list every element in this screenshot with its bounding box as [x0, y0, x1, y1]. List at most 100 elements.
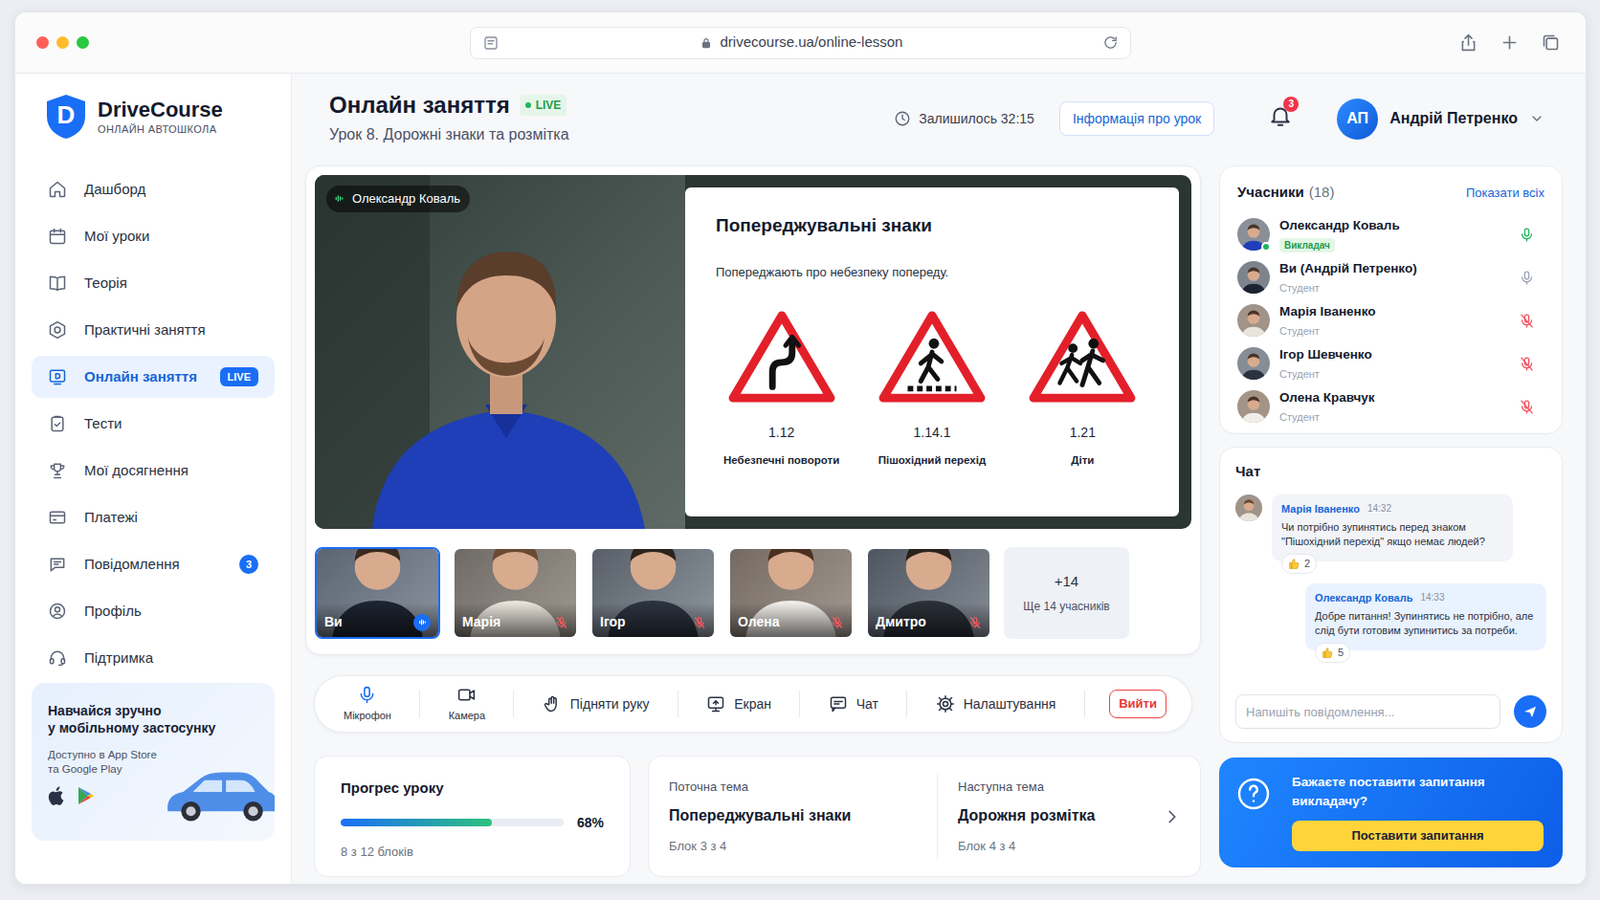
chevron-right-icon — [1161, 806, 1183, 828]
play-store-icon — [77, 786, 95, 806]
sidebar-item[interactable]: Дашборд — [31, 168, 275, 211]
close-button[interactable] — [36, 36, 49, 49]
hand-icon — [542, 694, 562, 714]
speaking-icon — [333, 192, 346, 205]
sidebar-item[interactable]: Платежі — [31, 496, 275, 539]
car-icon — [161, 766, 275, 828]
slide-title: Попереджувальні знаки — [685, 212, 1179, 241]
user-menu[interactable]: АПАндрій Петренко — [1336, 98, 1545, 140]
progress-card: Прогрес уроку68%8 з 12 блоків — [313, 755, 631, 878]
thumbnail-label: Марія — [462, 612, 501, 633]
sidebar-item[interactable]: Тести — [31, 402, 275, 445]
participant-role: Викладач — [1279, 238, 1335, 253]
leave-button[interactable]: Вийти — [1109, 689, 1167, 719]
sidebar-item[interactable]: Теорія — [31, 262, 275, 305]
show-all-link[interactable]: Показати всіх — [1466, 183, 1545, 203]
participant-thumbnail[interactable]: Марія — [452, 547, 578, 640]
chat-author: Олександр Коваль — [1314, 590, 1413, 607]
participant-row[interactable]: Ігор ШевченкоСтудент — [1237, 342, 1545, 386]
reaction-chip[interactable]: 2 — [1281, 554, 1317, 575]
minimize-button[interactable] — [56, 36, 69, 49]
sidebar-item[interactable]: Повідомлення3 — [31, 543, 275, 586]
participant-role: Студент — [1279, 366, 1373, 383]
control-button[interactable]: Підняти руку — [538, 694, 654, 715]
thumbs-up-icon — [1321, 646, 1334, 660]
question-body: Бажаєте поставити запитання викладачу? По… — [1291, 773, 1544, 852]
participant-thumbnail[interactable]: Олена — [728, 547, 854, 640]
logo[interactable]: D — [44, 92, 89, 141]
topic-next: Наступна темаДорожня розміткаБлок 4 з 4 — [937, 774, 1162, 860]
control-label: Екран — [733, 694, 772, 715]
sidebar-item[interactable]: Підтримка — [31, 637, 275, 680]
zoom-button[interactable] — [76, 36, 89, 49]
reaction-chip[interactable]: 5 — [1314, 643, 1351, 664]
participants-count: (18) — [1309, 181, 1335, 204]
topic-title: Попереджувальні знаки — [668, 804, 937, 828]
sidebar-badge: 3 — [239, 555, 259, 575]
participant-row[interactable]: Ви (Андрій Петренко)Студент — [1237, 256, 1545, 300]
sidebar-label: Платежі — [84, 507, 138, 530]
control-button[interactable]: Чат — [824, 694, 883, 715]
topic-current: Поточна темаПопереджувальні знакиБлок 3 … — [668, 774, 938, 860]
browser-toolbar: drivecourse.ua/online-lesson — [15, 12, 1586, 74]
presenter-video: Олександр Коваль — [314, 175, 686, 530]
question-text: Бажаєте поставити запитання викладачу? — [1291, 773, 1544, 812]
chat-message-body: Марія Іваненко14:32Чи потрібно зупинятис… — [1271, 494, 1513, 575]
trophy-icon — [47, 461, 67, 481]
sidebar-item[interactable]: Онлайн заняттяLIVE — [31, 355, 275, 399]
chevron-down-icon — [1529, 111, 1545, 127]
control-label: Чат — [856, 694, 879, 715]
send-button[interactable] — [1513, 695, 1547, 729]
lock-icon — [699, 36, 713, 50]
sign-name: Діти — [1070, 452, 1094, 469]
participant-row[interactable]: Марія ІваненкоСтудент — [1237, 299, 1545, 343]
participant-thumbnail[interactable]: Дмитро — [866, 547, 992, 640]
sidebar-item[interactable]: Практичні заняття — [31, 309, 275, 352]
control-button[interactable]: Налаштування — [932, 694, 1061, 715]
participant-thumbnail[interactable]: Ігор — [590, 547, 716, 640]
mic-status — [1518, 399, 1535, 416]
participant-thumbnail[interactable]: Ви — [314, 547, 441, 640]
avatar-wrap — [1237, 304, 1270, 337]
sidebar-label: Мої уроки — [84, 225, 150, 248]
sidebar-item[interactable]: Мої досягнення — [31, 449, 275, 492]
share-icon — [1458, 32, 1479, 53]
participants-title: Учасники — [1237, 181, 1305, 204]
sidebar-label: Мої досягнення — [84, 460, 189, 483]
control-button[interactable]: Камера — [444, 685, 489, 725]
sidebar-item[interactable]: Профіль — [31, 590, 275, 633]
call-controls: Мікрофон Камера Підняти руку Екран Чат Налашт… — [313, 675, 1193, 734]
speaking-icon — [413, 614, 431, 632]
chat-input[interactable] — [1235, 694, 1501, 730]
warning-sign-icon — [1025, 306, 1139, 406]
sign-card: 1.12Небезпечні повороти — [706, 306, 857, 469]
live-badge: LIVE — [519, 94, 568, 116]
participant-avatar — [1237, 347, 1270, 380]
participant-row[interactable]: Олександр КовальВикладач — [1237, 213, 1545, 257]
browser-window: drivecourse.ua/online-lessonDDriveCourse… — [14, 11, 1587, 886]
lesson-info-row: Прогрес уроку68%8 з 12 блоків Поточна тем… — [313, 755, 1201, 878]
participant-row[interactable]: Олена КравчукСтудент — [1237, 385, 1545, 429]
thumbnail-label: Ігор — [600, 612, 626, 633]
gear-icon — [935, 694, 956, 714]
control-button[interactable]: Екран — [702, 694, 776, 715]
url-field: drivecourse.ua/online-lesson — [499, 31, 1103, 54]
control-button[interactable]: Мікрофон — [339, 685, 396, 725]
content: Олександр КовальПопереджувальні знакиПоп… — [291, 163, 1586, 878]
address-bar[interactable]: drivecourse.ua/online-lesson — [469, 26, 1132, 60]
notifications-button[interactable]: 3 — [1267, 103, 1293, 135]
camera-icon — [456, 685, 477, 706]
thumbnail-label: Ви — [324, 612, 343, 633]
avatar-wrap — [1237, 261, 1270, 294]
slide-text: Попереджають про небезпеку попереду. — [685, 263, 1179, 283]
more-participants[interactable]: +14Ще 14 учасників — [1003, 547, 1130, 640]
thumbnail-label: Олена — [737, 612, 779, 633]
app-promo-card[interactable]: Навчайся зручноу мобільному застосункуДо… — [31, 683, 275, 842]
chat-card: ЧатМарія Іваненко14:32Чи потрібно зупиня… — [1219, 446, 1563, 744]
sign-name: Небезпечні повороти — [723, 452, 840, 469]
sidebar-item[interactable]: Мої уроки — [31, 215, 275, 258]
ask-question-button[interactable]: Поставити запитання — [1291, 821, 1544, 852]
lesson-info-button[interactable]: Інформація про урок — [1059, 101, 1215, 136]
slide: Попереджувальні знаки Попереджають про не… — [685, 187, 1179, 517]
sign-card: 1.21Діти — [1007, 306, 1158, 469]
